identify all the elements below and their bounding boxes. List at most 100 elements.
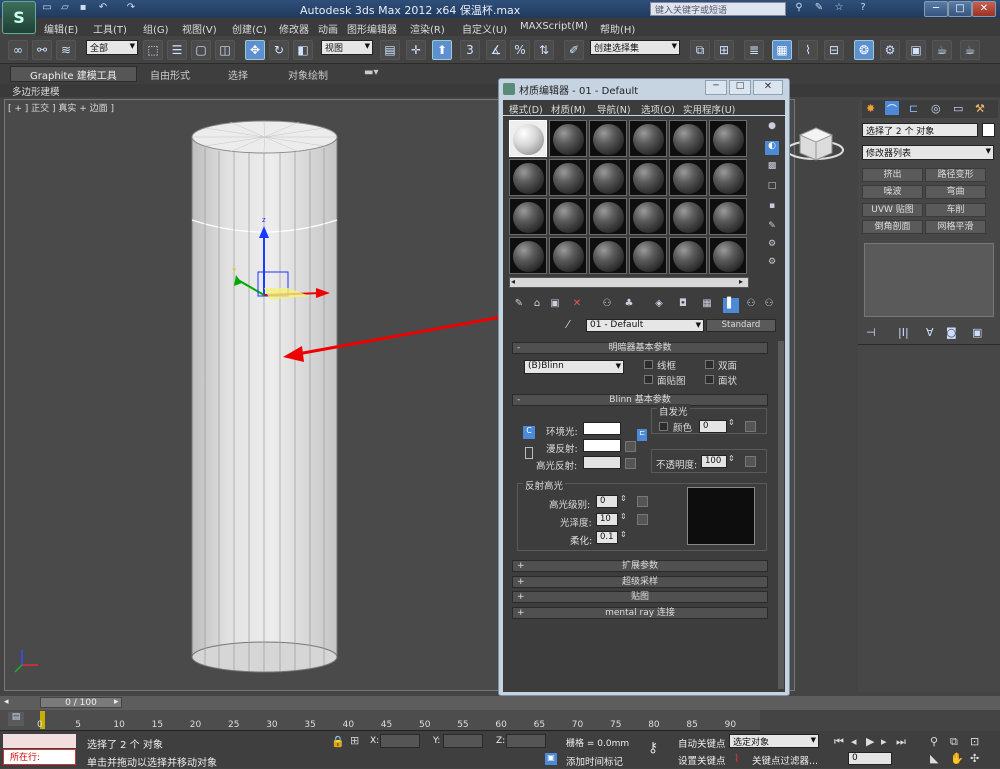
sample-slot-18[interactable] bbox=[709, 198, 747, 235]
hierarchy-tab-icon[interactable]: ⊏ bbox=[909, 102, 918, 115]
self-illum-map-button[interactable] bbox=[745, 421, 756, 432]
add-time-tag-icon[interactable]: ▣ bbox=[545, 753, 557, 765]
prev-frame-icon[interactable]: ◂ bbox=[851, 735, 857, 748]
go-forward-sibling-icon[interactable]: ⚇ bbox=[761, 298, 777, 313]
sample-slot-24[interactable] bbox=[709, 237, 747, 274]
diffuse-map-button[interactable] bbox=[625, 441, 636, 452]
assign-material-icon[interactable]: ▣ bbox=[547, 298, 563, 313]
auto-key-button[interactable]: 自动关键点 bbox=[678, 736, 726, 750]
modify-tab-icon[interactable]: ⌒ bbox=[885, 101, 899, 116]
show-end-result-mat-icon[interactable]: ▌ bbox=[723, 298, 739, 313]
make-unique-icon[interactable]: ∀ bbox=[926, 326, 934, 339]
glossiness-arrows-icon[interactable]: ⇕ bbox=[620, 512, 627, 521]
selection-name-field[interactable]: 选择了 2 个 对象 bbox=[862, 123, 978, 137]
self-illum-spinner[interactable]: 0 bbox=[699, 420, 727, 433]
eyedropper-icon[interactable]: ⁄ bbox=[567, 318, 569, 331]
extended-params-rollout[interactable]: + 扩展参数 bbox=[512, 560, 768, 572]
spec-level-spinner[interactable]: 0 bbox=[596, 495, 618, 508]
orbit-icon[interactable]: ✣ bbox=[970, 752, 979, 765]
sample-slot-5[interactable] bbox=[669, 120, 707, 157]
display-tab-icon[interactable]: ▭ bbox=[953, 102, 963, 115]
y-coord-field[interactable] bbox=[443, 734, 483, 748]
lock-diffuse-specular-icon[interactable]: ⊏ bbox=[637, 429, 647, 441]
opacity-map-button[interactable] bbox=[745, 456, 756, 467]
copy-material-icon[interactable]: ⚇ bbox=[599, 298, 615, 313]
sample-slot-20[interactable] bbox=[549, 237, 587, 274]
specular-map-button[interactable] bbox=[625, 458, 636, 469]
key-filters-button[interactable]: 关键点过滤器... bbox=[752, 753, 818, 767]
spec-level-map-button[interactable] bbox=[637, 496, 648, 507]
lathe-button[interactable]: 车削 bbox=[925, 203, 986, 217]
sample-slot-scrollbar[interactable] bbox=[509, 277, 749, 288]
material-name-field[interactable]: 01 - Default bbox=[586, 319, 704, 332]
sample-slot-12[interactable] bbox=[709, 159, 747, 196]
time-slider-track[interactable] bbox=[0, 696, 1000, 710]
play-icon[interactable]: ▶ bbox=[866, 735, 874, 748]
zoom-extents-icon[interactable]: ⊡ bbox=[970, 735, 979, 748]
sample-slot-7[interactable] bbox=[509, 159, 547, 196]
next-frame-icon[interactable]: ▸ bbox=[881, 735, 887, 748]
self-illum-spinner-arrows-icon[interactable]: ⇕ bbox=[728, 418, 735, 427]
sample-slot-6[interactable] bbox=[709, 120, 747, 157]
add-time-tag[interactable]: 添加时间标记 bbox=[566, 754, 623, 768]
mated-menu-navigation[interactable]: 导航(N) bbox=[597, 102, 631, 116]
material-type-button[interactable]: Standard bbox=[706, 319, 776, 332]
backlight-icon[interactable]: ◐ bbox=[765, 141, 779, 155]
sample-slot-17[interactable] bbox=[669, 198, 707, 235]
soften-arrows-icon[interactable]: ⇕ bbox=[620, 530, 627, 539]
show-map-in-viewport-icon[interactable]: ▦ bbox=[699, 298, 715, 313]
sample-slot-22[interactable] bbox=[629, 237, 667, 274]
set-key-icon[interactable]: ⚷ bbox=[648, 740, 658, 756]
zoom-icon[interactable]: ⚲ bbox=[930, 735, 938, 748]
sample-slot-11[interactable] bbox=[669, 159, 707, 196]
sample-slot-2[interactable] bbox=[549, 120, 587, 157]
utilities-tab-icon[interactable]: ⚒ bbox=[975, 102, 985, 115]
maxscript-listener[interactable] bbox=[3, 734, 76, 748]
ambient-color-swatch[interactable] bbox=[583, 422, 621, 435]
mated-menu-modes[interactable]: 模式(D) bbox=[509, 102, 543, 116]
options-icon[interactable]: ⚙ bbox=[765, 239, 779, 253]
meshsmooth-button[interactable]: 网格平滑 bbox=[925, 220, 986, 234]
zoom-all-icon[interactable]: ⧉ bbox=[950, 735, 958, 749]
background-icon[interactable]: ▩ bbox=[765, 161, 779, 175]
sample-slot-19[interactable] bbox=[509, 237, 547, 274]
sample-slot-15[interactable] bbox=[589, 198, 627, 235]
glossiness-map-button[interactable] bbox=[637, 514, 648, 525]
maps-rollout[interactable]: + 贴图 bbox=[512, 591, 768, 603]
sample-type-icon[interactable]: ● bbox=[765, 121, 779, 135]
sample-slot-9[interactable] bbox=[589, 159, 627, 196]
scroll-left-icon[interactable]: ◂ bbox=[511, 277, 515, 286]
mated-menu-utilities[interactable]: 实用程序(U) bbox=[683, 102, 735, 116]
sample-slot-10[interactable] bbox=[629, 159, 667, 196]
set-key-button[interactable]: 设置关键点 bbox=[678, 753, 726, 767]
two-sided-checkbox[interactable] bbox=[705, 360, 714, 369]
mental-ray-rollout[interactable]: + mental ray 连接 bbox=[512, 607, 768, 619]
mated-maximize-button[interactable]: □ bbox=[729, 80, 751, 95]
path-deform-button[interactable]: 路径变形 bbox=[925, 168, 986, 182]
field-of-view-icon[interactable]: ◣ bbox=[930, 752, 938, 765]
x-coord-field[interactable] bbox=[380, 734, 420, 748]
maxscript-mini-listener[interactable]: 所在行: bbox=[3, 749, 76, 765]
mated-minimize-button[interactable]: ─ bbox=[705, 80, 727, 95]
sample-slot-23[interactable] bbox=[669, 237, 707, 274]
remove-modifier-icon[interactable]: ◙ bbox=[946, 326, 957, 339]
sample-slot-16[interactable] bbox=[629, 198, 667, 235]
sample-slot-8[interactable] bbox=[549, 159, 587, 196]
wire-checkbox[interactable] bbox=[644, 360, 653, 369]
bend-button[interactable]: 弯曲 bbox=[925, 185, 986, 199]
key-tangent-icon[interactable]: ⌇ bbox=[734, 752, 739, 765]
key-mode-select[interactable]: 选定对象 bbox=[729, 734, 819, 748]
select-by-material-icon[interactable]: ⚙ bbox=[765, 257, 779, 271]
sample-slot-4[interactable] bbox=[629, 120, 667, 157]
scroll-right-icon[interactable]: ▸ bbox=[739, 277, 743, 286]
glossiness-spinner[interactable]: 10 bbox=[596, 513, 618, 526]
opacity-spinner-arrows-icon[interactable]: ⇕ bbox=[728, 454, 735, 463]
opacity-spinner[interactable]: 100 bbox=[701, 455, 727, 468]
mated-scrollbar[interactable] bbox=[778, 341, 784, 689]
mated-menu-options[interactable]: 选项(O) bbox=[641, 102, 675, 116]
specular-color-swatch[interactable] bbox=[583, 456, 621, 469]
put-to-scene-icon[interactable]: ⌂ bbox=[529, 298, 545, 313]
self-illum-color-checkbox[interactable] bbox=[659, 422, 668, 431]
z-coord-field[interactable] bbox=[506, 734, 546, 748]
reset-map-icon[interactable]: ✕ bbox=[569, 298, 585, 313]
